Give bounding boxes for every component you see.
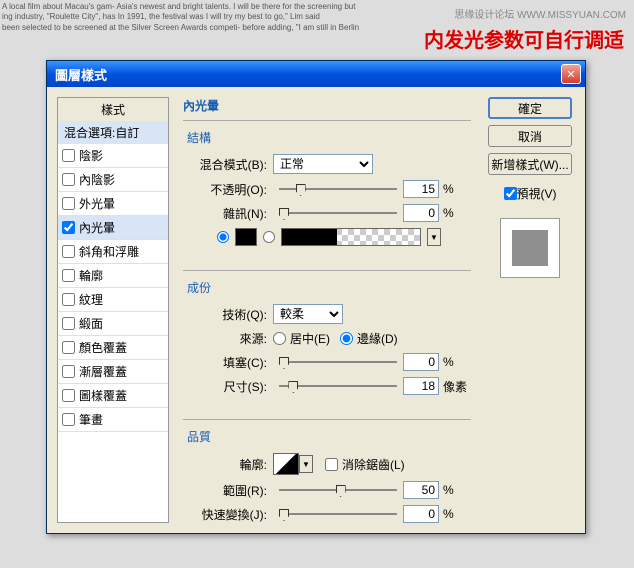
- styles-header[interactable]: 樣式: [57, 97, 169, 121]
- new-style-button[interactable]: 新增樣式(W)...: [488, 153, 572, 175]
- style-checkbox[interactable]: [62, 221, 75, 234]
- style-item-11[interactable]: 筆畫: [58, 408, 168, 432]
- size-slider[interactable]: [279, 379, 397, 393]
- section-title: 內光暈: [183, 97, 471, 114]
- blend-mode-select[interactable]: 正常: [273, 154, 373, 174]
- style-checkbox[interactable]: [62, 317, 75, 330]
- jitter-label: 快速變換(J):: [187, 506, 267, 523]
- ok-button[interactable]: 確定: [488, 97, 572, 119]
- style-item-6[interactable]: 紋理: [58, 288, 168, 312]
- style-item-4[interactable]: 斜角和浮雕: [58, 240, 168, 264]
- antialias-checkbox[interactable]: 消除鋸齒(L): [325, 456, 405, 473]
- style-label: 斜角和浮雕: [79, 243, 139, 260]
- jitter-input[interactable]: [403, 505, 439, 523]
- technique-select[interactable]: 較柔: [273, 304, 343, 324]
- cancel-button[interactable]: 取消: [488, 125, 572, 147]
- style-checkbox[interactable]: [62, 365, 75, 378]
- structure-label: 結構: [187, 129, 467, 146]
- quality-group: 品質 輪廓: ▼ 消除鋸齒(L) 範圍(R): % 快速變換(J):: [183, 419, 471, 541]
- close-button[interactable]: ✕: [561, 64, 581, 84]
- watermark: 思缘设计论坛 WWW.MISSYUAN.COM: [454, 6, 626, 21]
- style-item-7[interactable]: 緞面: [58, 312, 168, 336]
- size-label: 尺寸(S):: [187, 378, 267, 395]
- noise-input[interactable]: [403, 204, 439, 222]
- preview-thumbnail: [500, 218, 560, 278]
- opacity-input[interactable]: [403, 180, 439, 198]
- layer-style-dialog: 圖層樣式 ✕ 樣式 混合選項:自訂 陰影內陰影外光暈內光暈斜角和浮雕輪廓紋理緞面…: [46, 60, 586, 534]
- style-checkbox[interactable]: [62, 245, 75, 258]
- dialog-title: 圖層樣式: [55, 65, 561, 84]
- style-label: 內陰影: [79, 171, 115, 188]
- source-label: 來源:: [187, 330, 267, 347]
- style-item-0[interactable]: 陰影: [58, 144, 168, 168]
- titlebar: 圖層樣式 ✕: [47, 61, 585, 87]
- style-item-5[interactable]: 輪廓: [58, 264, 168, 288]
- style-item-9[interactable]: 漸層覆蓋: [58, 360, 168, 384]
- style-label: 緞面: [79, 315, 103, 332]
- choke-label: 填塞(C):: [187, 354, 267, 371]
- source-edge-radio[interactable]: 邊緣(D): [340, 330, 398, 347]
- blend-mode-label: 混合模式(B):: [187, 156, 267, 173]
- gradient-picker[interactable]: [281, 228, 421, 246]
- style-label: 漸層覆蓋: [79, 363, 127, 380]
- opacity-label: 不透明(O):: [187, 181, 267, 198]
- style-label: 顏色覆蓋: [79, 339, 127, 356]
- style-item-2[interactable]: 外光暈: [58, 192, 168, 216]
- style-label: 圖樣覆蓋: [79, 387, 127, 404]
- contour-dropdown[interactable]: ▼: [299, 455, 313, 473]
- style-item-1[interactable]: 內陰影: [58, 168, 168, 192]
- noise-label: 雜訊(N):: [187, 205, 267, 222]
- style-checkbox[interactable]: [62, 389, 75, 402]
- range-input[interactable]: [403, 481, 439, 499]
- style-label: 輪廓: [79, 267, 103, 284]
- contour-label: 輪廓:: [187, 456, 267, 473]
- settings-panel: 內光暈 結構 混合模式(B): 正常 不透明(O): % 雜訊(N):: [177, 97, 477, 523]
- style-label: 筆畫: [79, 411, 103, 428]
- preview-checkbox[interactable]: 預視(V): [504, 185, 557, 202]
- color-swatch[interactable]: [235, 228, 257, 246]
- technique-label: 技術(Q):: [187, 306, 267, 323]
- blend-options-link[interactable]: 混合選項:自訂: [57, 121, 169, 144]
- buttons-panel: 確定 取消 新增樣式(W)... 預視(V): [485, 97, 575, 523]
- style-item-10[interactable]: 圖樣覆蓋: [58, 384, 168, 408]
- jitter-slider[interactable]: [279, 507, 397, 521]
- range-label: 範圍(R):: [187, 482, 267, 499]
- style-label: 外光暈: [79, 195, 115, 212]
- solid-color-radio[interactable]: [217, 231, 229, 243]
- style-item-3[interactable]: 內光暈: [58, 216, 168, 240]
- gradient-radio[interactable]: [263, 231, 275, 243]
- style-checkbox[interactable]: [62, 341, 75, 354]
- style-label: 紋理: [79, 291, 103, 308]
- size-input[interactable]: [403, 377, 439, 395]
- style-item-8[interactable]: 顏色覆蓋: [58, 336, 168, 360]
- style-checkbox[interactable]: [62, 173, 75, 186]
- elements-group: 成份 技術(Q): 較柔 來源: 居中(E) 邊緣(D) 填塞(C): %: [183, 270, 471, 413]
- contour-picker[interactable]: [273, 453, 299, 475]
- gradient-dropdown[interactable]: ▼: [427, 228, 441, 246]
- structure-group: 結構 混合模式(B): 正常 不透明(O): % 雜訊(N): %: [183, 120, 471, 264]
- choke-input[interactable]: [403, 353, 439, 371]
- quality-label: 品質: [187, 428, 467, 445]
- choke-slider[interactable]: [279, 355, 397, 369]
- styles-list: 陰影內陰影外光暈內光暈斜角和浮雕輪廓紋理緞面顏色覆蓋漸層覆蓋圖樣覆蓋筆畫: [57, 144, 169, 523]
- style-label: 內光暈: [79, 219, 115, 236]
- elements-label: 成份: [187, 279, 467, 296]
- noise-slider[interactable]: [279, 206, 397, 220]
- style-checkbox[interactable]: [62, 197, 75, 210]
- style-checkbox[interactable]: [62, 293, 75, 306]
- style-checkbox[interactable]: [62, 269, 75, 282]
- style-checkbox[interactable]: [62, 413, 75, 426]
- style-checkbox[interactable]: [62, 149, 75, 162]
- source-center-radio[interactable]: 居中(E): [273, 330, 330, 347]
- styles-panel: 樣式 混合選項:自訂 陰影內陰影外光暈內光暈斜角和浮雕輪廓紋理緞面顏色覆蓋漸層覆…: [57, 97, 169, 523]
- opacity-slider[interactable]: [279, 182, 397, 196]
- style-label: 陰影: [79, 147, 103, 164]
- annotation-note: 内发光参数可自行调适: [424, 24, 624, 53]
- range-slider[interactable]: [279, 483, 397, 497]
